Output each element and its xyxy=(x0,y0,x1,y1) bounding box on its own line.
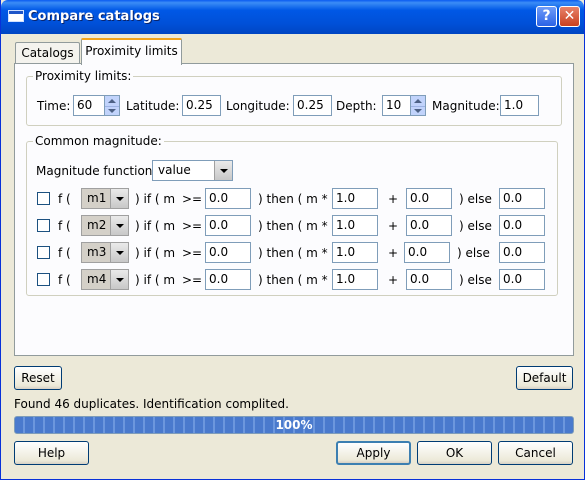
title-bar: Compare catalogs ? ✕ xyxy=(1,0,584,34)
progress-percent: 100% xyxy=(275,418,313,432)
tab-catalogs[interactable]: Catalogs xyxy=(15,42,80,64)
window-icon xyxy=(8,10,24,22)
latitude-label: Latitude: xyxy=(126,99,180,113)
magnitude-type-select[interactable]: m2 xyxy=(81,215,129,236)
offset-input[interactable]: 0.0 xyxy=(406,215,452,236)
else-label: ) else xyxy=(459,219,492,233)
else-value-input[interactable]: 0.0 xyxy=(499,269,545,290)
then-label: ) then ( m * xyxy=(258,273,328,287)
depth-input[interactable]: 10 xyxy=(382,95,411,116)
window-title: Compare catalogs xyxy=(28,9,160,24)
proximity-group-title: Proximity limits: xyxy=(33,69,134,83)
offset-input[interactable]: 0.0 xyxy=(404,242,450,263)
offset-input[interactable]: 0.0 xyxy=(406,269,452,290)
then-label: ) then ( m * xyxy=(258,219,328,233)
else-value-input[interactable]: 0.0 xyxy=(499,242,545,263)
then-label: ) then ( m * xyxy=(258,192,328,206)
else-label: ) else xyxy=(457,246,490,260)
plus-label: + xyxy=(388,219,399,233)
operator-label: >= xyxy=(182,192,203,206)
chevron-down-icon[interactable] xyxy=(214,161,232,180)
offset-input[interactable]: 0.0 xyxy=(406,188,452,209)
then-label: ) then ( m * xyxy=(258,246,328,260)
row-enable-checkbox[interactable] xyxy=(37,246,50,259)
plus-label: + xyxy=(388,273,399,287)
tab-proximity-limits[interactable]: Proximity limits xyxy=(81,38,182,65)
operator-label: >= xyxy=(182,273,203,287)
operator-label: >= xyxy=(182,246,203,260)
magnitude-type-value: m1 xyxy=(87,191,107,205)
compare-catalogs-dialog: Compare catalogs ? ✕ Catalogs Proximity … xyxy=(0,0,585,480)
threshold-input[interactable]: 0.0 xyxy=(205,188,251,209)
magnitude-type-value: m3 xyxy=(87,245,107,259)
threshold-input[interactable]: 0.0 xyxy=(205,215,251,236)
progress-bar: 100% xyxy=(14,416,574,434)
operator-label: >= xyxy=(182,219,203,233)
latitude-input[interactable]: 0.25 xyxy=(182,95,221,116)
common-group-title: Common magnitude: xyxy=(33,134,164,148)
multiplier-input[interactable]: 1.0 xyxy=(332,215,378,236)
magnitude-function-value: value xyxy=(158,163,191,177)
else-label: ) else xyxy=(459,192,492,206)
row-enable-checkbox[interactable] xyxy=(37,192,50,205)
multiplier-input[interactable]: 1.0 xyxy=(332,269,378,290)
multiplier-input[interactable]: 1.0 xyxy=(332,188,378,209)
if-label: ) if ( m xyxy=(135,219,176,233)
chevron-down-icon[interactable] xyxy=(110,189,128,208)
spin-down-icon[interactable] xyxy=(411,106,425,116)
magnitude-type-select[interactable]: m4 xyxy=(81,269,129,290)
magnitude-label: Magnitude: xyxy=(432,99,500,113)
f-open-label: f ( xyxy=(58,192,71,206)
magnitude-type-value: m4 xyxy=(87,272,107,286)
else-label: ) else xyxy=(459,273,492,287)
longitude-input[interactable]: 0.25 xyxy=(293,95,332,116)
default-button[interactable]: Default xyxy=(516,366,573,390)
multiplier-input[interactable]: 1.0 xyxy=(332,242,378,263)
magnitude-input[interactable]: 1.0 xyxy=(500,95,539,116)
reset-button[interactable]: Reset xyxy=(14,366,62,390)
else-value-input[interactable]: 0.0 xyxy=(499,215,545,236)
apply-button[interactable]: Apply xyxy=(336,441,411,465)
else-value-input[interactable]: 0.0 xyxy=(499,188,545,209)
threshold-input[interactable]: 0.0 xyxy=(205,269,251,290)
status-message: Found 46 duplicates. Identification comp… xyxy=(14,397,289,411)
chevron-down-icon[interactable] xyxy=(110,270,128,289)
help-title-button[interactable]: ? xyxy=(536,6,557,27)
help-button[interactable]: Help xyxy=(14,441,89,465)
cancel-button[interactable]: Cancel xyxy=(498,441,573,465)
f-open-label: f ( xyxy=(58,273,71,287)
threshold-input[interactable]: 0.0 xyxy=(205,242,251,263)
magnitude-function-select[interactable]: value xyxy=(152,160,233,181)
time-input[interactable]: 60 xyxy=(73,95,105,116)
close-title-button[interactable]: ✕ xyxy=(559,6,580,27)
chevron-down-icon[interactable] xyxy=(110,216,128,235)
f-open-label: f ( xyxy=(58,219,71,233)
proximity-limits-panel: Proximity limits: Time: 60 Latitude: 0.2… xyxy=(14,63,574,356)
depth-label: Depth: xyxy=(336,99,377,113)
magnitude-type-select[interactable]: m1 xyxy=(81,188,129,209)
magnitude-type-value: m2 xyxy=(87,218,107,232)
time-spinner[interactable] xyxy=(105,95,120,116)
chevron-down-icon[interactable] xyxy=(110,243,128,262)
magnitude-type-select[interactable]: m3 xyxy=(81,242,129,263)
longitude-label: Longitude: xyxy=(226,99,290,113)
f-open-label: f ( xyxy=(58,246,71,260)
if-label: ) if ( m xyxy=(135,273,176,287)
row-enable-checkbox[interactable] xyxy=(37,219,50,232)
proximity-limits-group: Proximity limits: Time: 60 Latitude: 0.2… xyxy=(26,69,562,126)
depth-spinner[interactable] xyxy=(411,95,426,116)
magnitude-function-label: Magnitude function: xyxy=(36,164,157,178)
if-label: ) if ( m xyxy=(135,246,176,260)
ok-button[interactable]: OK xyxy=(417,441,492,465)
plus-label: + xyxy=(388,192,399,206)
common-magnitude-group: Common magnitude: Magnitude function: va… xyxy=(26,134,558,296)
spin-down-icon[interactable] xyxy=(105,106,119,116)
plus-label: + xyxy=(388,246,399,260)
row-enable-checkbox[interactable] xyxy=(37,273,50,286)
if-label: ) if ( m xyxy=(135,192,176,206)
time-label: Time: xyxy=(37,99,71,113)
